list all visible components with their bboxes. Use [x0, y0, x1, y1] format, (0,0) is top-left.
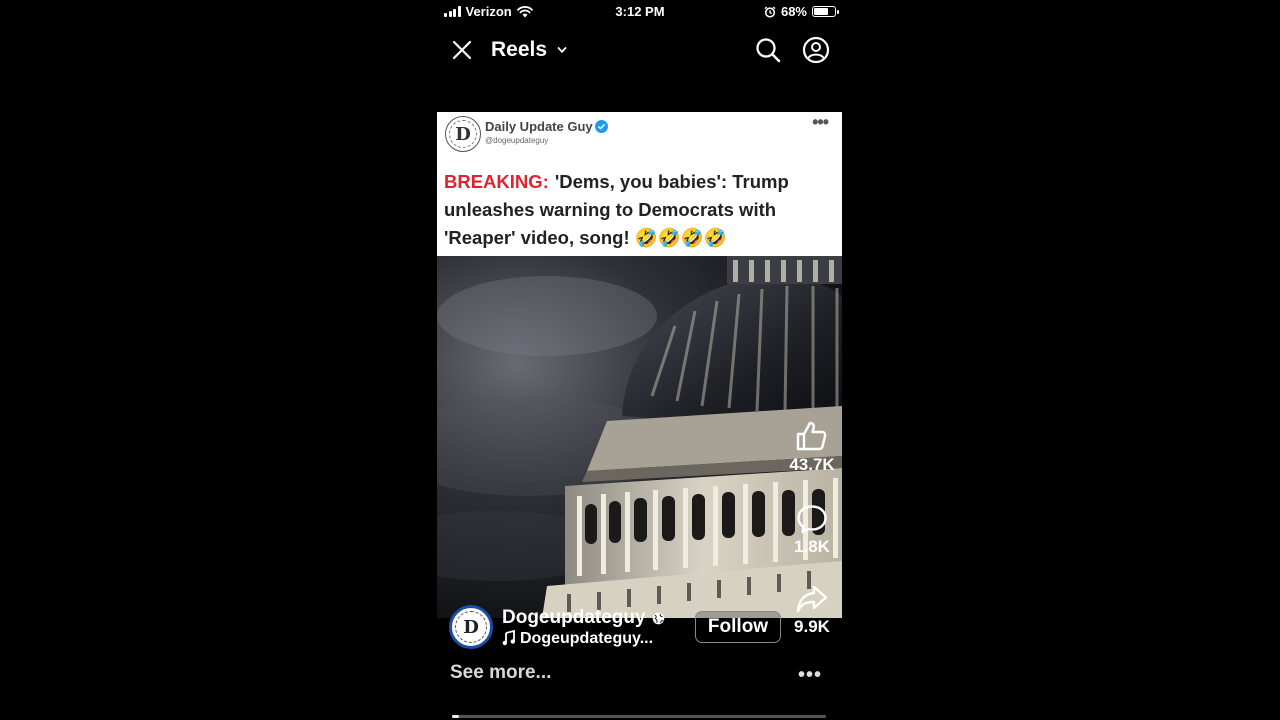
video-progress-bar[interactable] — [452, 715, 826, 718]
like-icon — [796, 421, 827, 451]
author-name-text: Dogeupdateguy — [502, 607, 646, 628]
comment-button[interactable]: 1.8K — [784, 504, 840, 557]
share-count: 9.9K — [794, 617, 830, 636]
avatar-letter: D — [455, 123, 471, 145]
profile-icon[interactable] — [802, 36, 830, 64]
audio-track[interactable]: Dogeupdateguy... — [502, 630, 653, 648]
reel-video[interactable]: D Daily Update Guy @dogeupdateguy ••• BR… — [437, 112, 842, 618]
more-options-icon[interactable]: ••• — [798, 664, 822, 687]
see-more-link[interactable]: See more... — [450, 662, 551, 684]
comment-icon — [797, 505, 827, 534]
share-icon — [796, 585, 828, 613]
post-more-icon: ••• — [812, 112, 829, 132]
page-title: Reels — [491, 38, 548, 61]
top-nav: Reels — [438, 30, 842, 70]
post-headline: BREAKING: 'Dems, you babies': Trump unlea… — [444, 168, 836, 252]
globe-icon — [652, 612, 664, 624]
battery-icon — [812, 6, 839, 17]
comment-count: 1.8K — [794, 537, 830, 556]
author-avatar[interactable]: D — [449, 605, 493, 649]
reels-screen: Verizon 3:12 PM 68% Reels D Daily Update… — [0, 0, 1280, 720]
chevron-down-icon — [557, 47, 567, 54]
close-icon[interactable] — [450, 38, 474, 62]
capitol-dome-video — [437, 256, 842, 618]
post-avatar: D — [445, 116, 481, 152]
reels-title-dropdown[interactable]: Reels — [491, 38, 567, 62]
capitol-dome-image — [437, 256, 842, 618]
like-count: 43.7K — [789, 455, 835, 474]
status-right: 68% — [764, 4, 839, 19]
post-account-name-text: Daily Update Guy — [485, 119, 593, 134]
embedded-post: D Daily Update Guy @dogeupdateguy ••• BR… — [437, 112, 842, 256]
alarm-icon — [764, 5, 776, 18]
author-row: D Dogeupdateguy Dogeupdateguy... Follow — [449, 604, 789, 650]
like-button[interactable]: 43.7K — [784, 420, 840, 475]
video-progress-fill — [452, 715, 460, 718]
post-account-handle: @dogeupdateguy — [485, 136, 549, 145]
verified-badge-icon — [594, 120, 608, 133]
author-name[interactable]: Dogeupdateguy — [502, 607, 665, 629]
author-avatar-letter: D — [463, 616, 479, 638]
breaking-tag: BREAKING: — [444, 171, 549, 192]
follow-button[interactable]: Follow — [695, 611, 781, 643]
audio-track-label: Dogeupdateguy... — [520, 630, 654, 647]
battery-fill — [814, 8, 828, 15]
post-account-name: Daily Update Guy — [485, 119, 608, 134]
search-icon[interactable] — [754, 36, 782, 64]
status-bar: Verizon 3:12 PM 68% — [438, 0, 842, 24]
battery-percent: 68% — [780, 4, 807, 19]
share-button[interactable]: 9.9K — [784, 584, 840, 637]
music-note-icon — [502, 630, 515, 646]
